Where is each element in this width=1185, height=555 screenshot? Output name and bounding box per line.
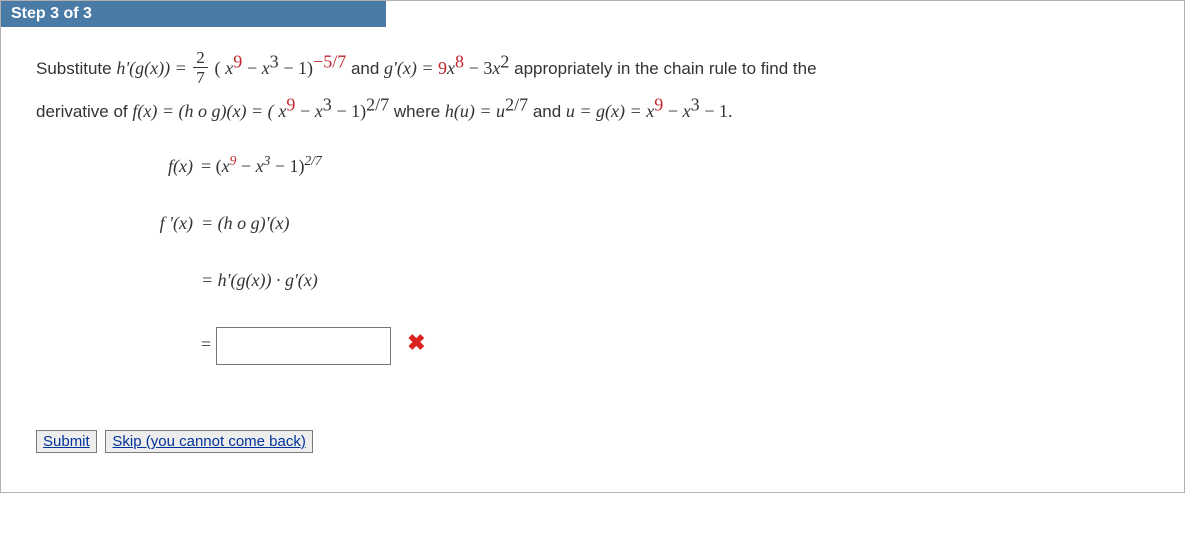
exp-2: 2 [500, 51, 509, 71]
frac-num: 2 [193, 49, 208, 68]
text-substitute: Substitute [36, 59, 116, 78]
skip-button[interactable]: Skip (you cannot come back) [105, 430, 312, 453]
frac-den: 7 [193, 68, 208, 86]
work-row-3: = h'(g(x)) · g'(x) [121, 257, 1154, 304]
x-var: x [447, 58, 455, 78]
exp-9: 9 [286, 95, 295, 115]
x-var: x [262, 58, 270, 78]
exp-27: 2/7 [304, 153, 321, 168]
text-derivative-of: derivative of [36, 102, 132, 121]
equals: = [201, 334, 216, 354]
x-var: x [315, 101, 323, 121]
text-tail1: appropriately in the chain rule to find … [514, 59, 816, 78]
minus: − [668, 101, 683, 121]
x-var: x [646, 101, 654, 121]
tail-minus-1: − 1. [704, 101, 732, 121]
exp-3: 3 [323, 95, 332, 115]
minus: − [236, 156, 255, 176]
text-and2: and [533, 102, 566, 121]
close: − 1) [270, 156, 304, 176]
row3-right: = h'(g(x)) · g'(x) [201, 257, 318, 304]
minus: − [247, 58, 262, 78]
expr-hprime-lead: h'(g(x)) = [116, 58, 191, 78]
row1-left: f(x) [121, 143, 201, 190]
exp-9: 9 [233, 51, 242, 71]
fx-comp: f(x) = (h o g)(x) = ( [132, 101, 273, 121]
work-steps: f(x) = (x9 − x3 − 1)2/7 f '(x) = (h o g)… [36, 143, 1154, 371]
answer-input[interactable] [216, 327, 391, 365]
row2-right: = (h o g)'(x) [201, 200, 289, 247]
minus: − [300, 101, 315, 121]
step-header: Step 3 of 3 [1, 1, 386, 27]
exp-3: 3 [270, 51, 279, 71]
problem-line-2: derivative of f(x) = (h o g)(x) = ( x9 −… [36, 90, 1154, 133]
x-var: x [683, 101, 691, 121]
work-row-4: = ✖ [121, 314, 1154, 371]
text-where: where [394, 102, 445, 121]
row1-right: = (x9 − x3 − 1)2/7 [201, 143, 322, 190]
minus-1-close: − 1) [336, 101, 366, 121]
button-row: Submit Skip (you cannot come back) [36, 421, 1154, 462]
exp-27: 2/7 [505, 95, 528, 115]
row2-left: f '(x) [121, 200, 201, 247]
work-row-1: f(x) = (x9 − x3 − 1)2/7 [121, 143, 1154, 190]
text-and: and [351, 59, 384, 78]
exp-neg57: −5/7 [313, 51, 346, 71]
row4-right: = ✖ [201, 314, 426, 371]
submit-button[interactable]: Submit [36, 430, 97, 453]
minus-3: − 3 [469, 58, 493, 78]
hu: h(u) = u [445, 101, 505, 121]
eq-open: = ( [201, 156, 222, 176]
step-label: Step 3 of 3 [11, 5, 92, 22]
x-var: x [222, 156, 230, 176]
exp-9: 9 [654, 95, 663, 115]
work-row-2: f '(x) = (h o g)'(x) [121, 200, 1154, 247]
x-var: x [256, 156, 264, 176]
minus-1-close: − 1) [283, 58, 313, 78]
content-area: Substitute h'(g(x)) = 2 7 ( x9 − x3 − 1)… [1, 27, 1184, 492]
coef-9: 9 [438, 58, 447, 78]
exp-27: 2/7 [366, 95, 389, 115]
problem-line-1: Substitute h'(g(x)) = 2 7 ( x9 − x3 − 1)… [36, 47, 1154, 90]
incorrect-icon: ✖ [407, 314, 425, 371]
paren-open: ( [215, 58, 221, 78]
fraction-2-over-7: 2 7 [193, 49, 208, 86]
gprime-lead: g'(x) = [384, 58, 438, 78]
question-container: Step 3 of 3 Substitute h'(g(x)) = 2 7 ( … [0, 0, 1185, 493]
exp-3: 3 [691, 95, 700, 115]
exp-8: 8 [455, 51, 464, 71]
u-eq-gx: u = g(x) = [566, 101, 646, 121]
